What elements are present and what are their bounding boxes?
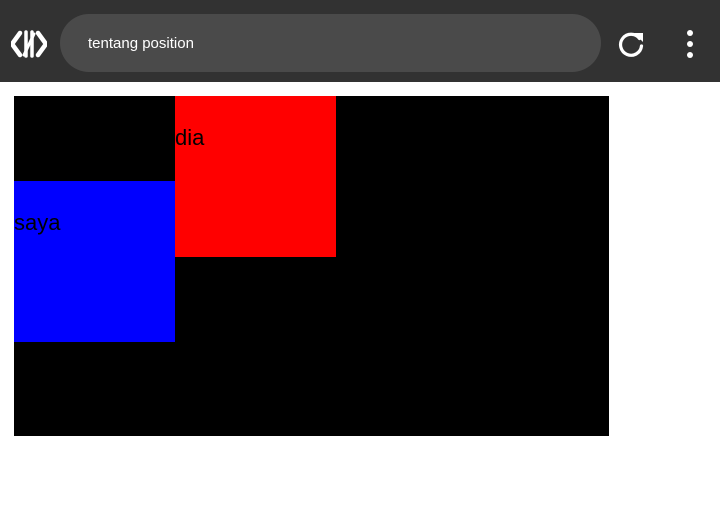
box-saya: saya: [14, 181, 175, 342]
reload-icon[interactable]: [615, 29, 647, 61]
address-bar[interactable]: tentang position: [60, 14, 601, 72]
box-dia: dia: [175, 96, 336, 257]
code-brackets-icon[interactable]: [9, 29, 49, 59]
address-bar-text: tentang position: [88, 34, 194, 52]
black-container: saya dia: [14, 96, 609, 436]
more-vert-icon[interactable]: [676, 28, 704, 60]
box-saya-label: saya: [14, 210, 61, 235]
browser-toolbar: tentang position: [0, 0, 720, 82]
box-dia-label: dia: [175, 125, 205, 150]
page-content: saya dia: [0, 82, 720, 518]
